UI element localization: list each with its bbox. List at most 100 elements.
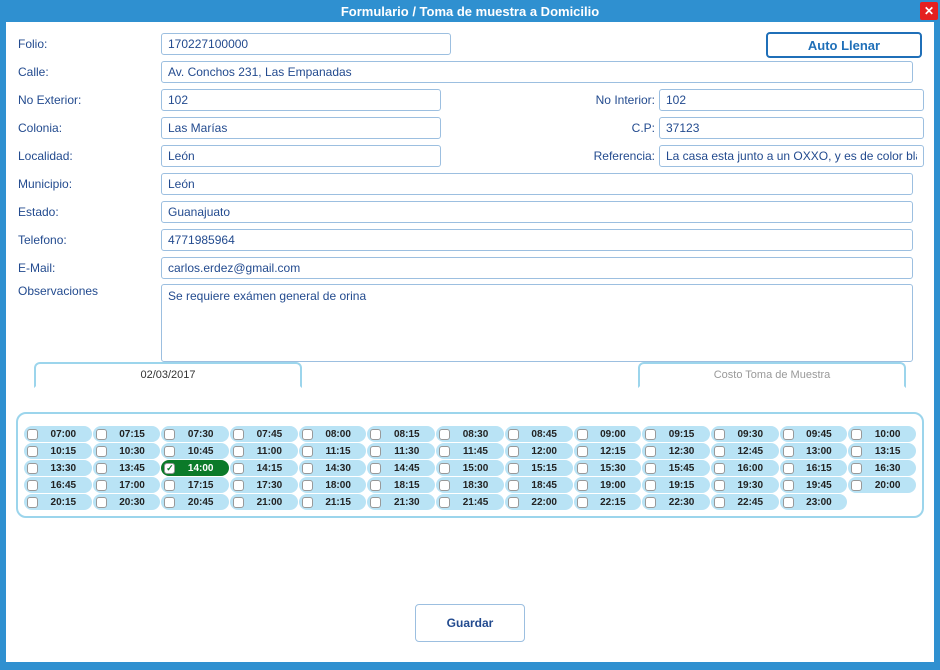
time-slot[interactable]: 21:30 [367, 494, 435, 510]
time-slot[interactable]: 21:45 [436, 494, 504, 510]
observaciones-textarea[interactable] [161, 284, 913, 362]
time-slot[interactable]: 07:30 [161, 426, 229, 442]
time-slot[interactable]: 17:15 [161, 477, 229, 493]
localidad-input[interactable] [161, 145, 441, 167]
email-input[interactable] [161, 257, 913, 279]
time-slot[interactable]: 20:30 [93, 494, 161, 510]
time-slot[interactable]: 21:15 [299, 494, 367, 510]
checkbox-icon [370, 429, 381, 440]
time-slot[interactable]: 14:15 [230, 460, 298, 476]
no-exterior-input[interactable] [161, 89, 441, 111]
time-slot[interactable]: 13:15 [848, 443, 916, 459]
time-slot[interactable]: 20:00 [848, 477, 916, 493]
time-slot[interactable]: 14:45 [367, 460, 435, 476]
time-slot[interactable]: 15:45 [642, 460, 710, 476]
time-slot[interactable]: 11:00 [230, 443, 298, 459]
time-slot[interactable]: 11:15 [299, 443, 367, 459]
time-slot[interactable]: 13:30 [24, 460, 92, 476]
time-slot[interactable]: 16:15 [780, 460, 848, 476]
cp-input[interactable] [659, 117, 924, 139]
calle-input[interactable] [161, 61, 913, 83]
no-interior-input[interactable] [659, 89, 924, 111]
time-slot[interactable]: 18:45 [505, 477, 573, 493]
guardar-button[interactable]: Guardar [415, 604, 525, 642]
label-cp: C.P: [632, 121, 659, 135]
municipio-input[interactable] [161, 173, 913, 195]
time-slot[interactable]: 16:45 [24, 477, 92, 493]
time-slot[interactable]: 07:00 [24, 426, 92, 442]
time-slot[interactable]: 09:30 [711, 426, 779, 442]
close-button[interactable]: ✕ [920, 2, 938, 20]
time-slot[interactable]: 09:00 [574, 426, 642, 442]
time-slot[interactable]: 11:30 [367, 443, 435, 459]
time-slot[interactable]: 11:45 [436, 443, 504, 459]
colonia-input[interactable] [161, 117, 441, 139]
time-slot-label: 08:30 [450, 429, 501, 440]
time-slot[interactable]: 10:45 [161, 443, 229, 459]
time-slot[interactable]: 19:00 [574, 477, 642, 493]
tab-date[interactable]: 02/03/2017 [34, 362, 302, 388]
time-slot[interactable]: 12:00 [505, 443, 573, 459]
time-slot[interactable]: 08:30 [436, 426, 504, 442]
tab-cost[interactable]: Costo Toma de Muestra [638, 362, 906, 388]
time-slot[interactable]: 08:00 [299, 426, 367, 442]
time-slot[interactable]: 14:30 [299, 460, 367, 476]
time-slot[interactable]: 10:00 [848, 426, 916, 442]
time-slot-label: 07:00 [38, 429, 89, 440]
time-slot[interactable]: 21:00 [230, 494, 298, 510]
checkbox-icon [439, 480, 450, 491]
time-slot[interactable]: 12:30 [642, 443, 710, 459]
time-slot[interactable]: 23:00 [780, 494, 848, 510]
time-slot[interactable]: 14:00 [161, 460, 229, 476]
time-slot-label: 22:00 [519, 497, 570, 508]
time-slot[interactable]: 15:15 [505, 460, 573, 476]
time-slot[interactable]: 18:00 [299, 477, 367, 493]
time-slot[interactable]: 18:30 [436, 477, 504, 493]
time-slot[interactable]: 22:15 [574, 494, 642, 510]
label-email: E-Mail: [16, 261, 161, 275]
time-slot[interactable]: 16:00 [711, 460, 779, 476]
time-slot[interactable]: 15:00 [436, 460, 504, 476]
estado-input[interactable] [161, 201, 913, 223]
content-panel: Auto Llenar Folio: Calle: No Exterior: N… [6, 22, 934, 662]
time-slot[interactable]: 07:15 [93, 426, 161, 442]
time-slot[interactable]: 12:15 [574, 443, 642, 459]
time-slot[interactable]: 13:00 [780, 443, 848, 459]
referencia-input[interactable] [659, 145, 924, 167]
time-slot[interactable]: 09:45 [780, 426, 848, 442]
time-slot[interactable]: 13:45 [93, 460, 161, 476]
time-slot[interactable]: 19:30 [711, 477, 779, 493]
time-slot[interactable]: 08:45 [505, 426, 573, 442]
time-slot-label: 10:45 [175, 446, 226, 457]
time-slot-grid: 07:00 07:1507:3007:4508:0008:15 08:30 08:45… [24, 426, 916, 510]
checkbox-icon [164, 429, 175, 440]
time-slot[interactable]: 07:45 [230, 426, 298, 442]
time-slot[interactable]: 22:45 [711, 494, 779, 510]
time-slot[interactable]: 20:15 [24, 494, 92, 510]
label-observaciones: Observaciones [16, 284, 161, 298]
time-slot[interactable]: 10:30 [93, 443, 161, 459]
folio-input[interactable] [161, 33, 451, 55]
time-slot[interactable]: 19:15 [642, 477, 710, 493]
auto-llenar-button[interactable]: Auto Llenar [766, 32, 922, 58]
time-slot[interactable]: 22:30 [642, 494, 710, 510]
label-no-exterior: No Exterior: [16, 93, 161, 107]
time-slot[interactable]: 22:00 [505, 494, 573, 510]
checkbox-icon [714, 497, 725, 508]
telefono-input[interactable] [161, 229, 913, 251]
time-slot[interactable]: 19:45 [780, 477, 848, 493]
checkbox-icon [96, 497, 107, 508]
time-slot[interactable]: 17:00 [93, 477, 161, 493]
time-slot[interactable]: 10:15 [24, 443, 92, 459]
time-slot-label: 07:15 [107, 429, 158, 440]
time-slot[interactable]: 08:15 [367, 426, 435, 442]
time-slot[interactable]: 17:30 [230, 477, 298, 493]
time-slot[interactable]: 15:30 [574, 460, 642, 476]
time-slot[interactable]: 09:15 [642, 426, 710, 442]
time-slot-label: 16:45 [38, 480, 89, 491]
time-slot[interactable]: 20:45 [161, 494, 229, 510]
time-slot[interactable]: 16:30 [848, 460, 916, 476]
time-slot[interactable]: 12:45 [711, 443, 779, 459]
time-slot[interactable]: 18:15 [367, 477, 435, 493]
checkbox-icon [439, 429, 450, 440]
